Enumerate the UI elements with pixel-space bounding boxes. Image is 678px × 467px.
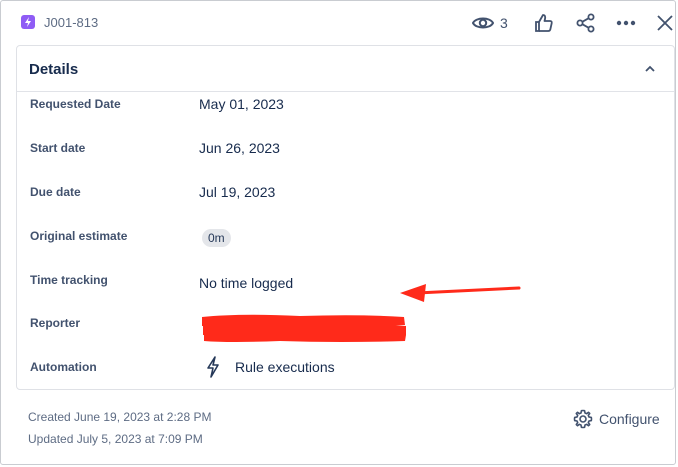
more-icon xyxy=(616,20,636,26)
reporter-label: Reporter xyxy=(30,316,81,330)
thumbs-up-icon xyxy=(535,14,553,32)
annotation-arrow xyxy=(400,284,521,302)
configure-label: Configure xyxy=(599,411,660,427)
share-icon xyxy=(576,13,595,33)
original-estimate-value[interactable]: 0m xyxy=(202,229,231,247)
watch-count: 3 xyxy=(500,15,508,31)
share-button[interactable] xyxy=(576,12,596,34)
gear-icon xyxy=(573,409,593,429)
time-tracking-label: Time tracking xyxy=(30,273,108,287)
issue-key-link[interactable]: J001-813 xyxy=(44,15,98,30)
details-panel-header[interactable]: Details xyxy=(17,46,674,92)
chevron-up-icon[interactable] xyxy=(642,61,658,77)
configure-button[interactable]: Configure xyxy=(573,409,660,429)
more-actions-button[interactable] xyxy=(616,12,636,34)
due-date-label: Due date xyxy=(30,185,81,199)
issue-header: J001-813 3 xyxy=(0,0,678,46)
requested-date-label: Requested Date xyxy=(30,97,121,111)
details-title: Details xyxy=(29,61,79,78)
due-date-value[interactable]: Jul 19, 2023 xyxy=(199,184,275,200)
details-panel: Details Requested Date May 01, 2023 Star… xyxy=(16,45,675,390)
created-timestamp: Created June 19, 2023 at 2:28 PM xyxy=(28,410,212,424)
updated-timestamp: Updated July 5, 2023 at 7:09 PM xyxy=(28,432,203,446)
close-icon xyxy=(657,15,673,31)
start-date-label: Start date xyxy=(30,141,86,155)
original-estimate-label: Original estimate xyxy=(30,229,128,243)
watch-button[interactable]: 3 xyxy=(472,12,508,34)
time-tracking-value[interactable]: No time logged xyxy=(199,275,293,291)
start-date-value[interactable]: Jun 26, 2023 xyxy=(199,140,280,156)
close-button[interactable] xyxy=(657,12,673,34)
reporter-redaction xyxy=(202,314,406,342)
automation-label: Automation xyxy=(30,360,97,374)
eye-icon xyxy=(472,17,494,29)
rule-executions-link[interactable]: Rule executions xyxy=(235,359,335,375)
like-button[interactable] xyxy=(534,12,554,34)
lightning-icon[interactable] xyxy=(21,15,35,29)
lightning-bolt-icon xyxy=(207,356,219,378)
requested-date-value[interactable]: May 01, 2023 xyxy=(199,96,284,112)
